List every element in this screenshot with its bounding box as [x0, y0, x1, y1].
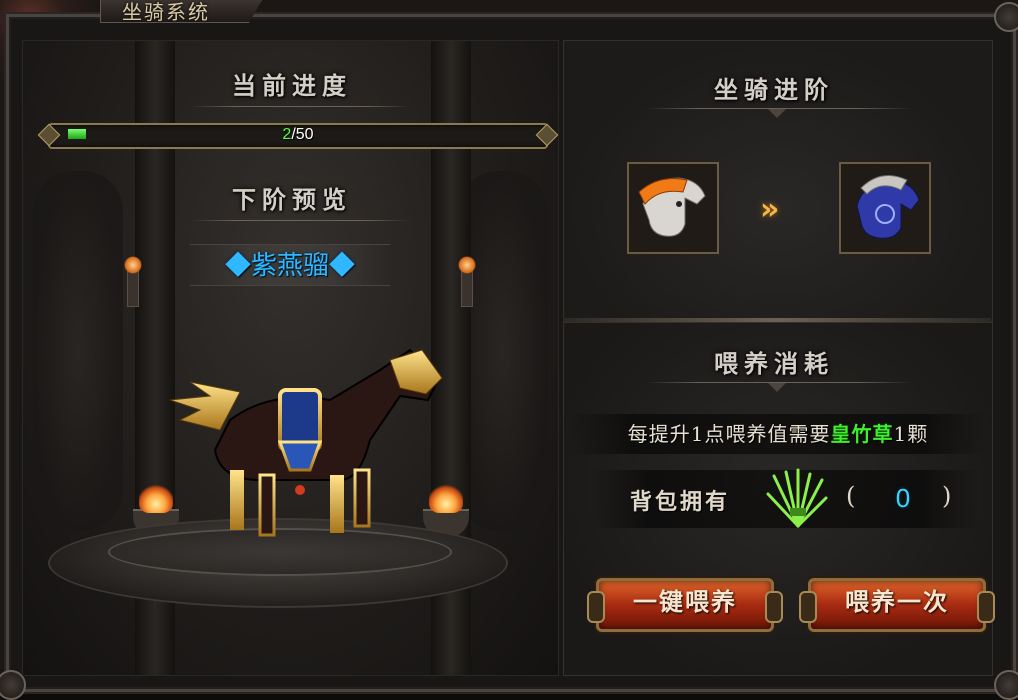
divider — [190, 106, 410, 107]
current-mount-icon — [629, 164, 717, 252]
notch-icon — [768, 383, 786, 392]
feed-cost-prefix: 每提升1点喂养值需要 — [627, 422, 831, 446]
progress-current: 2 — [282, 126, 292, 143]
progress-total: /50 — [291, 126, 314, 143]
preview-heading: 下阶预览 — [232, 185, 352, 214]
paren-close: ) — [942, 482, 952, 510]
grass-item-icon[interactable] — [764, 468, 828, 530]
horse-model — [169, 348, 443, 537]
corner-stud-icon — [994, 2, 1018, 32]
advance-heading: 坐骑进阶 — [714, 75, 834, 104]
one-click-feed-label: 一键喂养 — [633, 587, 737, 616]
corner-stud-icon — [994, 670, 1018, 700]
progress-heading: 当前进度 — [232, 71, 352, 100]
dragon-carving-left — [33, 171, 123, 531]
progress-label: 2/50 — [50, 125, 546, 145]
progress-bar: 2/50 — [37, 123, 559, 149]
feed-cost-text: 每提升1点喂养值需要皇竹草1颗 — [570, 414, 986, 454]
torch-icon — [124, 256, 142, 307]
feed-item-name: 皇竹草 — [830, 422, 894, 446]
inventory-count: 0 — [895, 483, 911, 513]
advance-arrow-icon: » — [760, 192, 780, 227]
button-cap-icon — [799, 591, 817, 623]
feed-once-label: 喂养一次 — [845, 587, 949, 616]
notch-icon — [768, 109, 786, 118]
dragon-carving-right — [458, 171, 548, 531]
button-cap-icon — [765, 591, 783, 623]
current-mount-slot[interactable] — [627, 162, 719, 254]
window-title: 坐骑系统 — [122, 0, 210, 24]
button-cap-icon — [587, 591, 605, 623]
feed-cost-row: 每提升1点喂养值需要皇竹草1颗 — [570, 414, 986, 454]
inventory-label: 背包拥有 — [630, 489, 731, 515]
divider — [190, 220, 410, 221]
game-window: 坐骑系统 当前进度 2/50 下阶预览 ◆紫燕骝◆ 坐骑进阶 » 喂养消耗 每提… — [0, 0, 1018, 700]
feed-cost-suffix: 1颗 — [893, 422, 929, 446]
button-cap-icon — [977, 591, 995, 623]
torch-icon — [458, 256, 476, 307]
feed-once-button[interactable]: 喂养一次 — [799, 578, 995, 632]
next-mount-name: ◆紫燕骝◆ — [190, 244, 390, 286]
next-mount-slot[interactable] — [839, 162, 931, 254]
one-click-feed-button[interactable]: 一键喂养 — [587, 578, 783, 632]
next-mount-icon — [841, 164, 929, 252]
feed-heading: 喂养消耗 — [714, 349, 834, 378]
paren-open: ( — [846, 482, 856, 510]
